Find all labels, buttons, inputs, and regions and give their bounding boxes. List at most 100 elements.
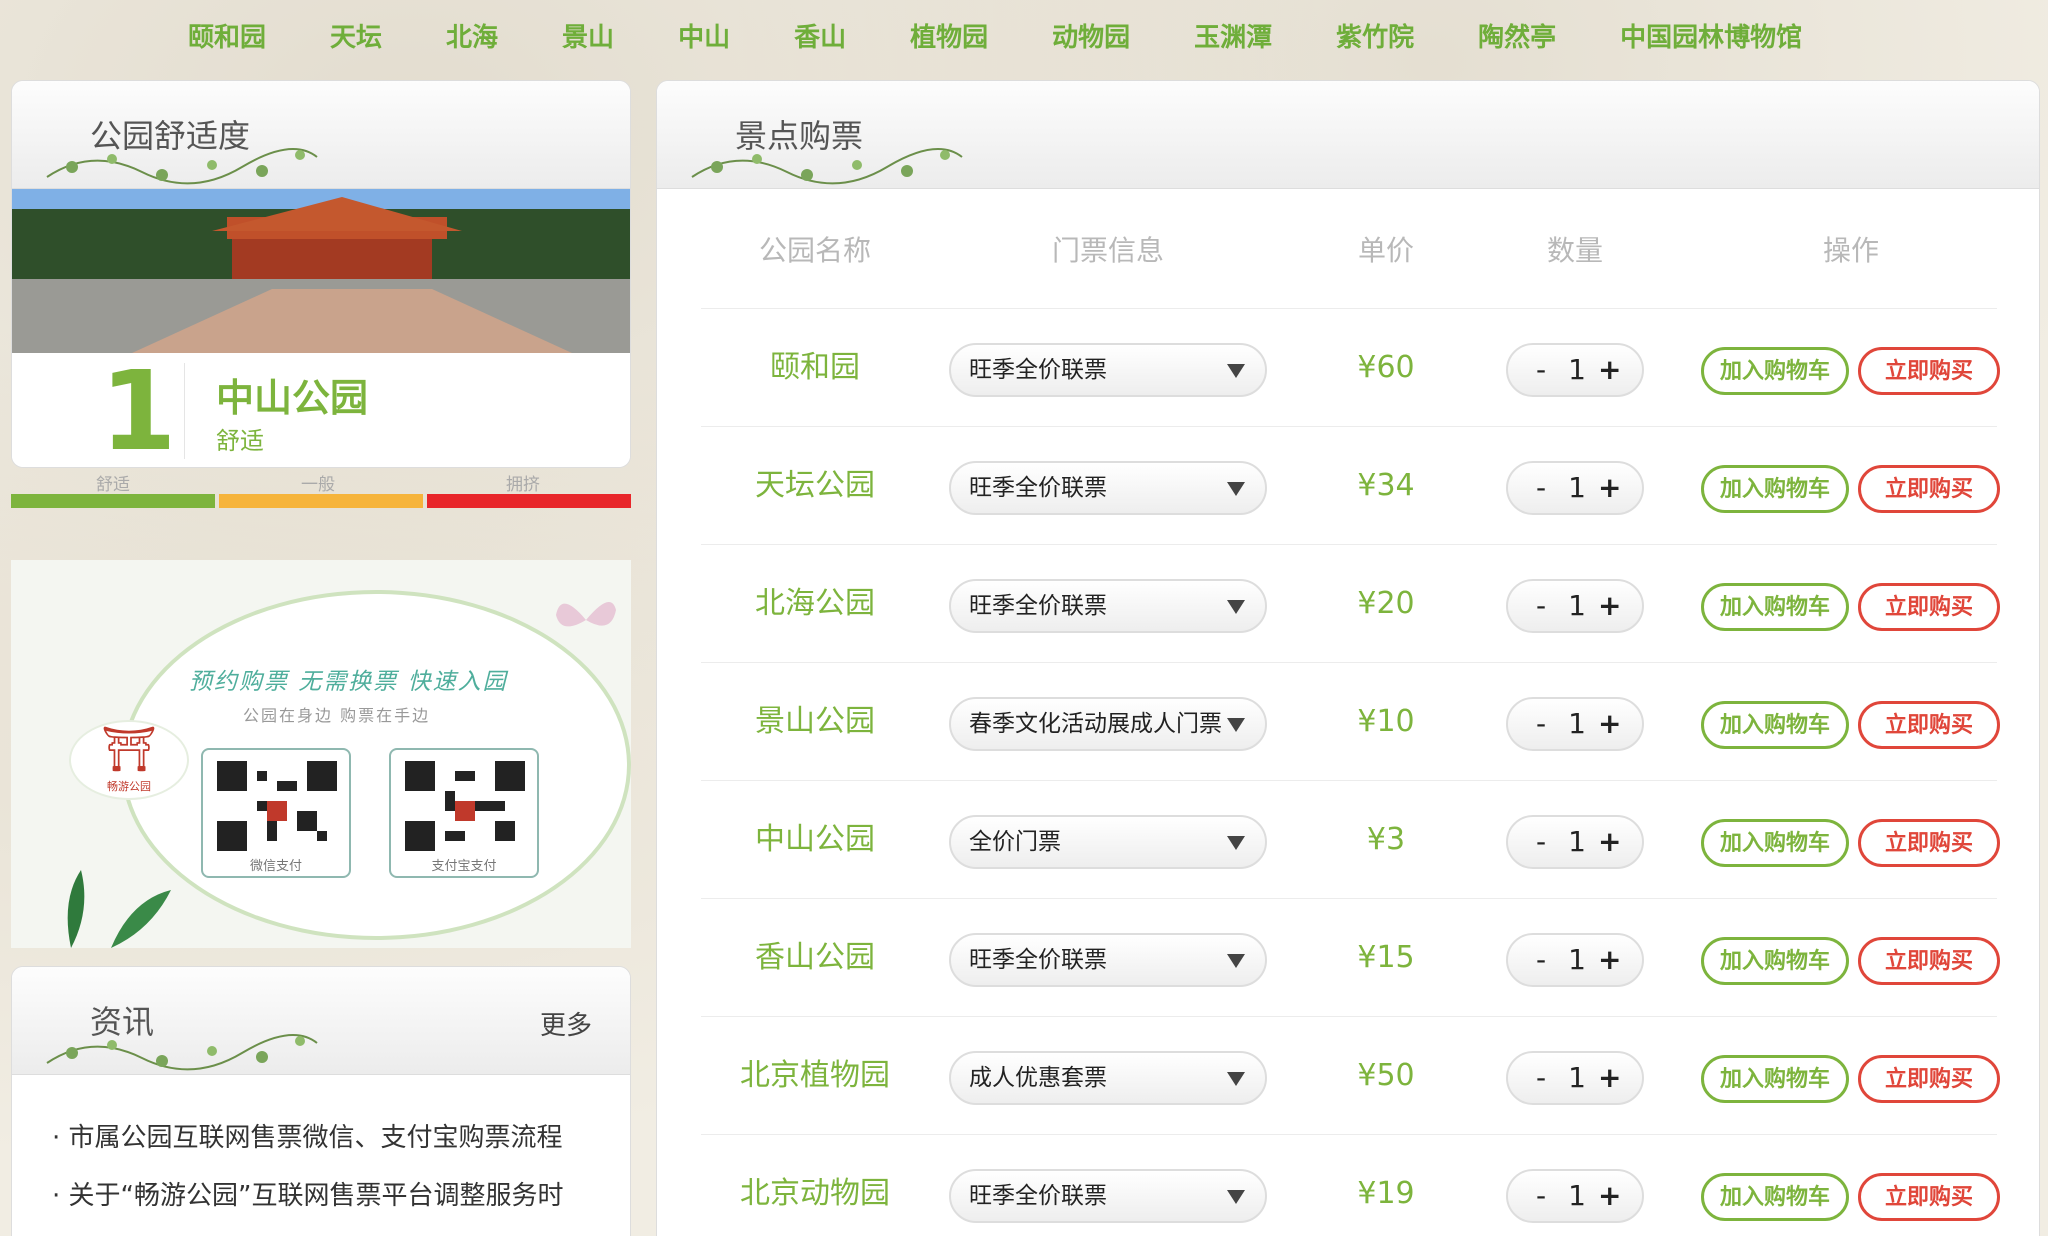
quantity-minus-button[interactable]: - bbox=[1536, 345, 1546, 395]
park-name[interactable]: 中山公园 bbox=[701, 781, 929, 899]
quantity-plus-button[interactable]: + bbox=[1598, 345, 1621, 395]
quantity-value[interactable]: 1 bbox=[1566, 935, 1588, 985]
news-item[interactable]: · 关于“畅游公园”互联网售票平台调整服务时 bbox=[52, 1175, 563, 1233]
leaf-decoration-icon bbox=[67, 870, 171, 948]
quantity-value[interactable]: 1 bbox=[1566, 345, 1588, 395]
quantity-minus-button[interactable]: - bbox=[1536, 1171, 1546, 1221]
park-name[interactable]: 北京动物园 bbox=[701, 1135, 929, 1236]
add-to-cart-button[interactable]: 加入购物车 bbox=[1701, 937, 1849, 985]
quantity-value[interactable]: 1 bbox=[1566, 463, 1588, 513]
news-more-link[interactable]: 更多 bbox=[540, 1005, 592, 1042]
nav-item-yuyuantan[interactable]: 玉渊潭 bbox=[1194, 17, 1272, 54]
quantity-plus-button[interactable]: + bbox=[1598, 581, 1621, 631]
quantity-minus-button[interactable]: - bbox=[1536, 699, 1546, 749]
ticket-type-select[interactable]: 春季文化活动展成人门票 bbox=[949, 697, 1267, 751]
quantity-plus-button[interactable]: + bbox=[1598, 699, 1621, 749]
buy-now-button[interactable]: 立即购买 bbox=[1858, 1173, 2000, 1221]
add-to-cart-button[interactable]: 加入购物车 bbox=[1701, 347, 1849, 395]
buy-now-button[interactable]: 立即购买 bbox=[1858, 701, 2000, 749]
comfort-status: 舒适 bbox=[216, 427, 264, 455]
park-name[interactable]: 北海公园 bbox=[701, 545, 929, 663]
quantity-minus-button[interactable]: - bbox=[1536, 817, 1546, 867]
quantity-value[interactable]: 1 bbox=[1566, 1171, 1588, 1221]
park-name[interactable]: 北京植物园 bbox=[701, 1017, 929, 1135]
add-to-cart-button[interactable]: 加入购物车 bbox=[1701, 465, 1849, 513]
column-header-park: 公园名称 bbox=[758, 234, 871, 267]
level-label-normal: 一般 bbox=[301, 475, 335, 495]
quantity-plus-button[interactable]: + bbox=[1598, 1053, 1621, 1103]
nav-item-zhongshan[interactable]: 中山 bbox=[678, 17, 730, 54]
alipay-qr-code[interactable]: 支付宝支付 bbox=[389, 748, 539, 878]
panel-header: 公园舒适度 bbox=[12, 81, 630, 189]
news-item[interactable]: · 市属公园互联网售票微信、支付宝购票流程 bbox=[52, 1117, 563, 1175]
quantity-plus-button[interactable]: + bbox=[1598, 463, 1621, 513]
ticket-type-select[interactable]: 旺季全价联票 bbox=[949, 343, 1267, 397]
butterfly-icon bbox=[556, 602, 616, 627]
nav-item-xiangshan[interactable]: 香山 bbox=[794, 17, 846, 54]
nav-item-botanical[interactable]: 植物园 bbox=[910, 17, 988, 54]
ticket-row: 景山公园 春季文化活动展成人门票 ¥10 - 1 + 加入购物车 立即购买 bbox=[701, 662, 2000, 781]
quantity-plus-button[interactable]: + bbox=[1598, 817, 1621, 867]
quantity-value[interactable]: 1 bbox=[1566, 581, 1588, 631]
quantity-stepper: - 1 + bbox=[1506, 1169, 1644, 1223]
ticket-type-select[interactable]: 成人优惠套票 bbox=[949, 1051, 1267, 1105]
add-to-cart-button[interactable]: 加入购物车 bbox=[1701, 701, 1849, 749]
qr-promo-banner: 预约购票 无需换票 快速入园 公园在身边 购票在手边 ⛩ 畅游公园 微信支付 支… bbox=[11, 560, 631, 948]
column-header-quantity: 数量 bbox=[1546, 234, 1603, 267]
buy-now-button[interactable]: 立即购买 bbox=[1858, 1055, 2000, 1103]
nav-item-taoranting[interactable]: 陶然亭 bbox=[1478, 17, 1556, 54]
quantity-stepper: - 1 + bbox=[1506, 1051, 1644, 1105]
promo-subtitle: 公园在身边 购票在手边 bbox=[243, 706, 431, 725]
park-name[interactable]: 景山公园 bbox=[701, 663, 929, 781]
park-name[interactable]: 香山公园 bbox=[701, 899, 929, 1017]
unit-price: ¥50 bbox=[1357, 1058, 1415, 1093]
promo-slogan: 预约购票 无需换票 快速入园 bbox=[189, 669, 508, 695]
ticket-type-select[interactable]: 旺季全价联票 bbox=[949, 461, 1267, 515]
quantity-minus-button[interactable]: - bbox=[1536, 1053, 1546, 1103]
quantity-value[interactable]: 1 bbox=[1566, 1053, 1588, 1103]
nav-item-garden-museum[interactable]: 中国园林博物馆 bbox=[1620, 17, 1802, 54]
nav-item-zoo[interactable]: 动物园 bbox=[1052, 17, 1130, 54]
nav-item-yiheyuan[interactable]: 颐和园 bbox=[188, 17, 266, 54]
ticket-type-select[interactable]: 旺季全价联票 bbox=[949, 579, 1267, 633]
level-segment-comfortable bbox=[11, 494, 215, 508]
ticket-type-select[interactable]: 旺季全价联票 bbox=[949, 1169, 1267, 1223]
add-to-cart-button[interactable]: 加入购物车 bbox=[1701, 1055, 1849, 1103]
quantity-value[interactable]: 1 bbox=[1566, 817, 1588, 867]
dropdown-arrow-icon bbox=[1227, 364, 1245, 378]
level-segment-normal bbox=[219, 494, 423, 508]
buy-now-button[interactable]: 立即购买 bbox=[1858, 465, 2000, 513]
quantity-minus-button[interactable]: - bbox=[1536, 463, 1546, 513]
quantity-plus-button[interactable]: + bbox=[1598, 1171, 1621, 1221]
quantity-minus-button[interactable]: - bbox=[1536, 581, 1546, 631]
news-panel: 资讯 更多 · 市属公园互联网售票微信、支付宝购票流程 · 关于“畅游公园”互联… bbox=[11, 966, 631, 1236]
ticket-purchase-panel: 景点购票 公园名称 门票信息 单价 数量 操作 颐和园 旺季全价联票 ¥60 -… bbox=[656, 80, 2040, 1236]
column-header-ticket: 门票信息 bbox=[1051, 234, 1164, 267]
buy-now-button[interactable]: 立即购买 bbox=[1858, 937, 2000, 985]
buy-now-button[interactable]: 立即购买 bbox=[1858, 819, 2000, 867]
nav-item-jingshan[interactable]: 景山 bbox=[562, 17, 614, 54]
nav-item-zizhuyuan[interactable]: 紫竹院 bbox=[1336, 17, 1414, 54]
unit-price: ¥20 bbox=[1357, 586, 1415, 621]
comfort-level-number: 1 bbox=[100, 347, 177, 468]
ticket-type-select[interactable]: 旺季全价联票 bbox=[949, 933, 1267, 987]
quantity-value[interactable]: 1 bbox=[1566, 699, 1588, 749]
wechat-qr-code[interactable]: 微信支付 bbox=[201, 748, 351, 878]
quantity-plus-button[interactable]: + bbox=[1598, 935, 1621, 985]
comfort-info: 1 中山公园 舒适 bbox=[12, 347, 630, 468]
park-name[interactable]: 颐和园 bbox=[701, 309, 929, 427]
logo-icon: ⛩ bbox=[101, 724, 157, 775]
level-label-comfortable: 舒适 bbox=[96, 475, 130, 495]
buy-now-button[interactable]: 立即购买 bbox=[1858, 583, 2000, 631]
nav-item-tiantan[interactable]: 天坛 bbox=[330, 17, 382, 54]
park-name[interactable]: 天坛公园 bbox=[701, 427, 929, 545]
add-to-cart-button[interactable]: 加入购物车 bbox=[1701, 1173, 1849, 1221]
buy-now-button[interactable]: 立即购买 bbox=[1858, 347, 2000, 395]
add-to-cart-button[interactable]: 加入购物车 bbox=[1701, 819, 1849, 867]
dropdown-arrow-icon bbox=[1227, 1190, 1245, 1204]
quantity-minus-button[interactable]: - bbox=[1536, 935, 1546, 985]
add-to-cart-button[interactable]: 加入购物车 bbox=[1701, 583, 1849, 631]
ticket-row: 中山公园 全价门票 ¥3 - 1 + 加入购物车 立即购买 bbox=[701, 780, 2000, 899]
ticket-type-select[interactable]: 全价门票 bbox=[949, 815, 1267, 869]
nav-item-beihai[interactable]: 北海 bbox=[446, 17, 498, 54]
